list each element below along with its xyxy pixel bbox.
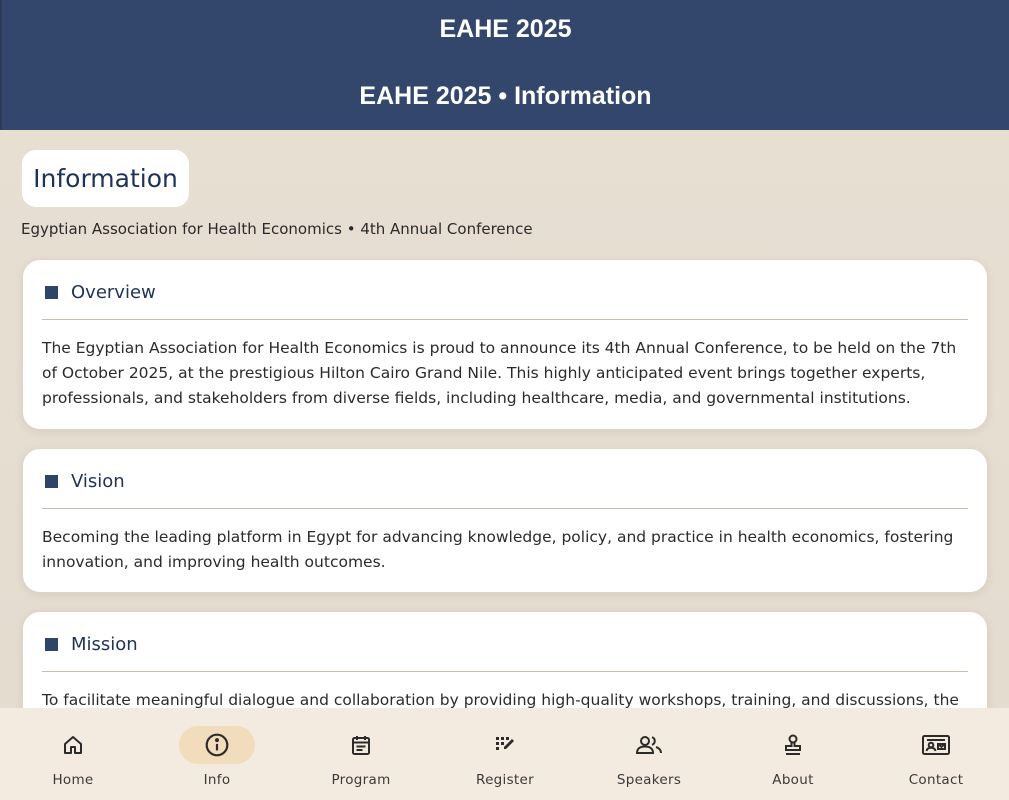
card-title: Vision (71, 471, 125, 492)
contact-card-icon (922, 735, 950, 755)
divider (42, 671, 968, 672)
nav-label: Contact (908, 772, 964, 788)
square-bullet-icon (45, 286, 58, 299)
square-bullet-icon (45, 638, 58, 651)
subtitle: Egyptian Association for Health Economic… (21, 220, 533, 238)
nav-item-home[interactable]: Home (13, 708, 133, 800)
nav-label: Home (52, 772, 94, 788)
mission-card: Mission To facilitate meaningful dialogu… (22, 611, 988, 708)
bottom-nav: Home Info Program Register Speakers Abou… (0, 708, 1009, 800)
app-title: EAHE 2025 (439, 15, 572, 43)
nav-item-about[interactable]: About (733, 708, 853, 800)
nav-item-info[interactable]: Info (157, 708, 277, 800)
nav-label: Info (203, 772, 231, 788)
square-bullet-icon (45, 475, 58, 488)
section-title: Information (22, 150, 189, 207)
calendar-icon (352, 736, 370, 755)
card-title: Mission (71, 634, 138, 655)
nav-item-register[interactable]: Register (445, 708, 565, 800)
nav-label: Register (476, 772, 534, 788)
nav-label: About (772, 772, 814, 788)
card-header: Mission (43, 634, 967, 655)
card-body: To facilitate meaningful dialogue and co… (42, 691, 959, 708)
page-heading: EAHE 2025 • Information (359, 82, 652, 110)
card-title: Overview (71, 282, 156, 303)
divider (42, 508, 968, 509)
home-icon (64, 736, 82, 754)
nav-label: Program (331, 772, 391, 788)
app-header: EAHE 2025 EAHE 2025 • Information (0, 0, 1009, 130)
divider (42, 319, 968, 320)
people-icon (635, 736, 662, 754)
nav-item-contact[interactable]: Contact (876, 708, 996, 800)
active-indicator (179, 726, 255, 764)
main-content[interactable]: Information Egyptian Association for Hea… (0, 130, 1009, 708)
stamp-icon (785, 734, 801, 755)
overview-card: Overview The Egyptian Association for He… (22, 259, 988, 430)
card-header: Vision (43, 471, 967, 492)
card-body: Becoming the leading platform in Egypt f… (42, 528, 954, 571)
card-header: Overview (43, 282, 967, 303)
card-body: The Egyptian Association for Health Econ… (42, 339, 957, 407)
register-icon (496, 737, 514, 750)
info-icon (205, 733, 229, 757)
nav-item-speakers[interactable]: Speakers (589, 708, 709, 800)
nav-label: Speakers (616, 772, 682, 788)
nav-item-program[interactable]: Program (301, 708, 421, 800)
vision-card: Vision Becoming the leading platform in … (22, 448, 988, 593)
